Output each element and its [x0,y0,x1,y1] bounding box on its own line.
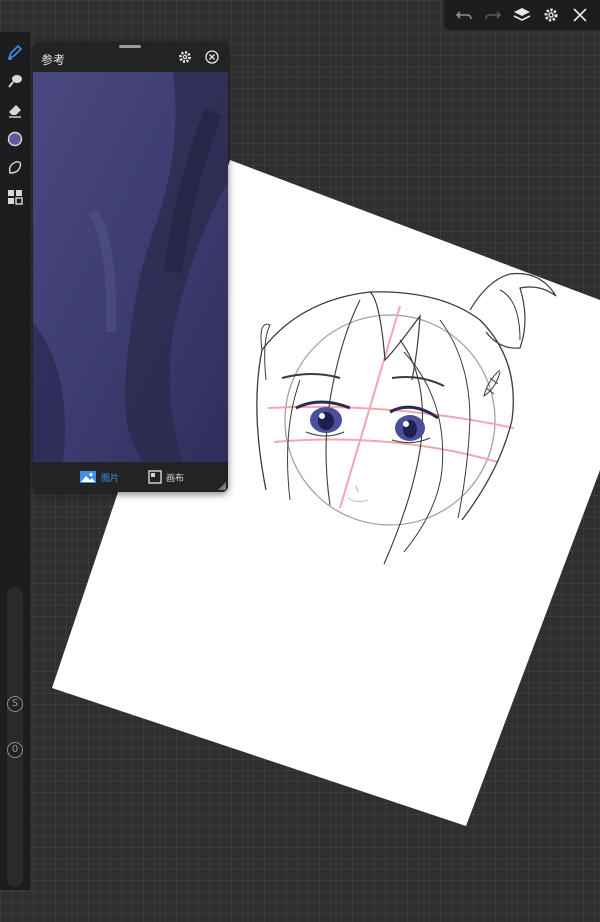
tool-rail: S 0 [0,32,30,890]
resize-handle[interactable] [218,482,226,490]
reference-header[interactable]: 参考 [33,42,228,72]
opacity-badge: 0 [7,742,23,758]
image-icon [80,471,96,483]
select-icon[interactable] [3,156,27,180]
reference-title: 参考 [41,53,66,67]
reference-gear-icon[interactable] [177,49,193,65]
undo-icon[interactable] [452,3,476,27]
gear-icon[interactable] [539,3,563,27]
drag-handle[interactable] [119,45,141,48]
reference-image [33,72,228,462]
canvas-icon [148,470,162,484]
reference-close-icon[interactable] [204,49,220,65]
tab-image-label: 图片 [101,473,120,484]
tab-canvas-label: 画布 [166,473,185,484]
reference-footer: 图片 画布 [33,462,228,492]
tab-canvas[interactable]: 画布 [148,468,184,486]
tab-image[interactable]: 图片 [79,468,119,486]
color-icon[interactable] [3,127,27,151]
layers-icon[interactable] [510,3,534,27]
redo-icon[interactable] [481,3,505,27]
size-badge: S [7,696,23,712]
gallery-icon[interactable] [3,185,27,209]
top-toolbar [444,0,600,30]
smudge-icon[interactable] [3,69,27,93]
pen-icon[interactable] [3,40,27,64]
eraser-icon[interactable] [3,98,27,122]
close-icon[interactable] [568,3,592,27]
reference-panel[interactable]: 参考 图片 画布 [33,42,228,492]
brush-size-slider[interactable] [7,587,23,887]
